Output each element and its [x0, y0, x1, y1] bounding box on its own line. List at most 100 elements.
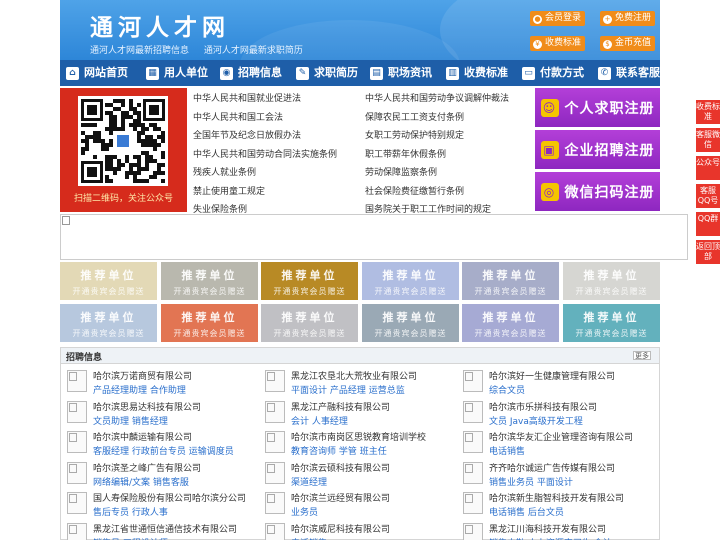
nav-item-4[interactable]: ✎ 求职简历 [290, 60, 364, 86]
coin-recharge-button[interactable]: $ 金币充值 [600, 36, 656, 51]
nav-item-5[interactable]: ▤ 职场资讯 [364, 60, 440, 86]
position-links[interactable]: 会计 人事经理 [291, 414, 348, 427]
nav-item-6[interactable]: ▥ 收费标准 [440, 60, 516, 86]
member-login-button[interactable]: ● 会员登录 [530, 11, 586, 26]
recommend-tile[interactable]: 推荐单位 开通贵宾会员赠送 [161, 304, 258, 342]
company-link[interactable]: 哈尔滨中麟运输有限公司 [93, 430, 192, 443]
position-links[interactable]: 电话销售 后台文员 [489, 505, 564, 518]
subtitle-resumes-link[interactable]: 通河人才网最新求职简历 [204, 46, 303, 56]
position-links[interactable]: 产品经理助理 合作助理 [93, 383, 186, 396]
side-float-item[interactable]: 公众号 [696, 156, 720, 180]
position-links[interactable]: 销售内勤 人力资源实习生 会计 [489, 536, 612, 540]
side-float-item[interactable]: 返回顶部 [696, 240, 720, 264]
law-link[interactable]: 社会保险费征缴暂行条例 [365, 184, 464, 197]
position-links[interactable]: 销售员 工程设计师 [93, 536, 168, 540]
side-float-item[interactable]: 收费标准 [696, 100, 720, 124]
position-links[interactable]: 综合文员 [489, 383, 525, 396]
company-link[interactable]: 国人寿保险股份有限公司哈尔滨分公司 [93, 491, 246, 504]
law-link[interactable]: 保障农民工工资支付条例 [365, 110, 464, 123]
recommend-tile[interactable]: 推荐单位 开通贵宾会员赠送 [60, 304, 157, 342]
position-links[interactable]: 网络编辑/文案 销售客服 [93, 475, 189, 488]
law-link[interactable]: 女职工劳动保护特别规定 [365, 128, 464, 141]
subtitle-jobs-link[interactable]: 通河人才网最新招聘信息 [90, 46, 189, 56]
company-logo[interactable] [265, 492, 285, 514]
company-link[interactable]: 哈尔滨圣之峰广告有限公司 [93, 461, 201, 474]
company-logo[interactable] [67, 400, 87, 423]
company-link[interactable]: 黑龙江产融科技有限公司 [291, 400, 390, 413]
side-float-item[interactable]: 客服QQ号 [696, 184, 720, 208]
company-link[interactable]: 黑龙江省世通恒信通信技术有限公司 [93, 522, 237, 535]
recommend-tile[interactable]: 推荐单位 开通贵宾会员赠送 [161, 262, 258, 300]
company-logo[interactable] [67, 461, 87, 484]
company-link[interactable]: 哈尔滨市南岗区思锐教育培训学校 [291, 430, 426, 443]
company-logo[interactable] [265, 461, 285, 484]
side-float-item[interactable]: QQ群 [696, 212, 720, 236]
company-logo[interactable] [265, 370, 285, 392]
position-links[interactable]: 业务员 [291, 505, 318, 518]
position-links[interactable]: 销售业务员 平面设计 [489, 475, 573, 488]
fee-standard-button[interactable]: ¥ 收费标准 [530, 36, 586, 51]
company-logo[interactable] [67, 370, 87, 392]
company-logo[interactable] [463, 400, 483, 423]
company-link[interactable]: 哈尔滨云硕科技有限公司 [291, 461, 390, 474]
personal-register-button[interactable]: ☺ 个人求职注册 [535, 88, 660, 127]
company-link[interactable]: 哈尔滨华友汇企业管理咨询有限公司 [489, 430, 633, 443]
nav-item-3[interactable]: ◉ 招聘信息 [214, 60, 290, 86]
nav-item-2[interactable]: ▦ 用人单位 [140, 60, 214, 86]
company-logo[interactable] [265, 522, 285, 540]
company-logo[interactable] [463, 492, 483, 514]
company-logo[interactable] [265, 431, 285, 453]
position-links[interactable]: 电话销售 [291, 536, 327, 540]
company-logo[interactable] [463, 522, 483, 540]
law-link[interactable]: 中华人民共和国劳动合同法实施条例 [193, 147, 337, 160]
recommend-tile[interactable]: 推荐单位 开通贵宾会员赠送 [261, 262, 358, 300]
nav-item-1[interactable]: ⌂ 网站首页 [60, 60, 140, 86]
recommend-tile[interactable]: 推荐单位 开通贵宾会员赠送 [362, 304, 459, 342]
nav-item-8[interactable]: ✆ 联系客服 [592, 60, 660, 86]
company-logo[interactable] [463, 431, 483, 453]
company-link[interactable]: 黑龙江农垦北大荒牧业有限公司 [291, 369, 417, 382]
law-link[interactable]: 职工带薪年休假条例 [365, 147, 446, 160]
nav-item-7[interactable]: ▭ 付款方式 [516, 60, 592, 86]
recommend-tile[interactable]: 推荐单位 开通贵宾会员赠送 [462, 304, 559, 342]
law-link[interactable]: 残疾人就业条例 [193, 165, 256, 178]
company-link[interactable]: 齐齐哈尔诚运广告传媒有限公司 [489, 461, 615, 474]
company-link[interactable]: 哈尔滨万诺商贸有限公司 [93, 369, 192, 382]
position-links[interactable]: 售后专员 行政人事 [93, 505, 168, 518]
position-links[interactable]: 教育咨询师 学管 班主任 [291, 444, 387, 457]
law-link[interactable]: 禁止使用童工规定 [193, 184, 265, 197]
more-jobs-button[interactable]: 更多 [633, 351, 651, 360]
recommend-tile[interactable]: 推荐单位 开通贵宾会员赠送 [261, 304, 358, 342]
company-link[interactable]: 哈尔滨市乐拼科技有限公司 [489, 400, 597, 413]
free-register-button[interactable]: + 免费注册 [600, 11, 656, 26]
recommend-tile[interactable]: 推荐单位 开通贵宾会员赠送 [563, 262, 660, 300]
company-logo[interactable] [67, 522, 87, 540]
company-logo[interactable] [67, 431, 87, 453]
site-logo-title[interactable]: 通河人才网 [90, 8, 230, 42]
company-link[interactable]: 哈尔滨新生脂智科技开发有限公司 [489, 491, 624, 504]
company-logo[interactable] [67, 492, 87, 514]
position-links[interactable]: 平面设计 产品经理 运营总监 [291, 383, 405, 396]
company-link[interactable]: 哈尔滨思易达科技有限公司 [93, 400, 201, 413]
law-link[interactable]: 中华人民共和国就业促进法 [193, 91, 301, 104]
recommend-tile[interactable]: 推荐单位 开通贵宾会员赠送 [462, 262, 559, 300]
position-links[interactable]: 渠道经理 [291, 475, 327, 488]
company-link[interactable]: 哈尔滨好一生健康管理有限公司 [489, 369, 615, 382]
position-links[interactable]: 电话销售 [489, 444, 525, 457]
company-register-button[interactable]: ▣ 企业招聘注册 [535, 130, 660, 169]
law-link[interactable]: 劳动保障监察条例 [365, 165, 437, 178]
company-link[interactable]: 哈尔滨兰远经贸有限公司 [291, 491, 390, 504]
recommend-tile[interactable]: 推荐单位 开通贵宾会员赠送 [60, 262, 157, 300]
side-float-item[interactable]: 客服微信 [696, 128, 720, 152]
company-link[interactable]: 哈尔滨威尼科技有限公司 [291, 522, 390, 535]
position-links[interactable]: 文员助理 销售经理 [93, 414, 168, 427]
company-logo[interactable] [265, 400, 285, 423]
company-link[interactable]: 黑龙江川海科技开发有限公司 [489, 522, 606, 535]
wechat-register-button[interactable]: ◎ 微信扫码注册 [535, 172, 660, 211]
recommend-tile[interactable]: 推荐单位 开通贵宾会员赠送 [563, 304, 660, 342]
law-link[interactable]: 中华人民共和国工会法 [193, 110, 283, 123]
recommend-tile[interactable]: 推荐单位 开通贵宾会员赠送 [362, 262, 459, 300]
company-logo[interactable] [463, 461, 483, 484]
law-link[interactable]: 全国年节及纪念日放假办法 [193, 128, 301, 141]
law-link[interactable]: 中华人民共和国劳动争议调解仲裁法 [365, 91, 509, 104]
